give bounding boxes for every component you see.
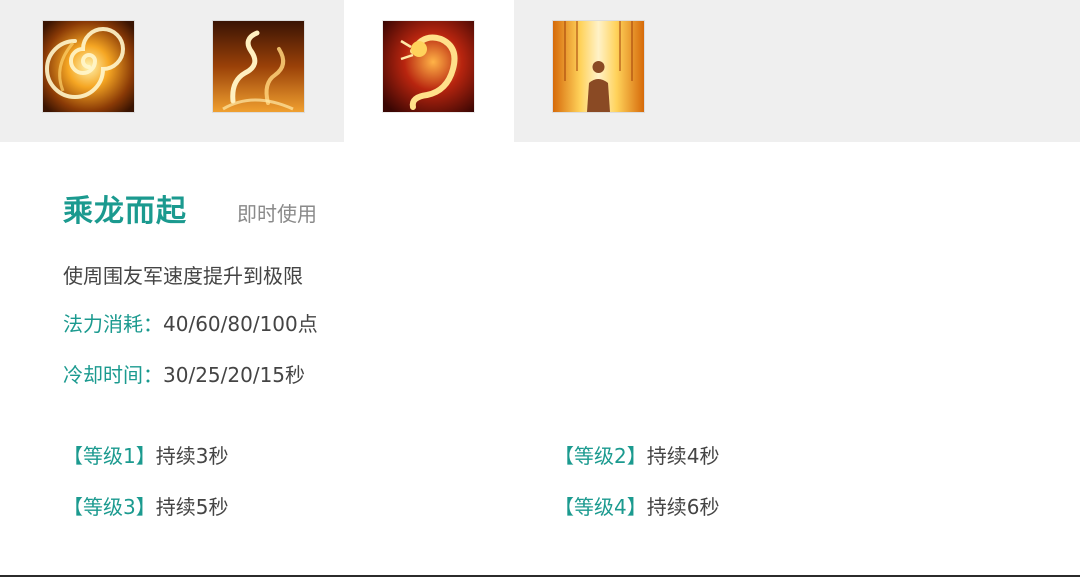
skill-panel: 乘龙而起 即时使用 使周围友军速度提升到极限 法力消耗：40/60/80/100… xyxy=(0,0,1080,577)
skill-name: 乘龙而起 xyxy=(63,194,187,229)
golden-dragon-icon xyxy=(383,21,474,112)
level-4-effect: 【等级4】持续6秒 xyxy=(554,491,719,520)
cooldown: 冷却时间：30/25/20/15秒 xyxy=(63,359,305,388)
mana-cost: 法力消耗：40/60/80/100点 xyxy=(63,308,318,337)
mana-cost-value: 40/60/80/100点 xyxy=(163,312,318,336)
level-tag: 【等级2】 xyxy=(554,444,647,468)
flame-pillar-figure-icon xyxy=(553,21,644,112)
skill-tab-bar xyxy=(0,0,1080,142)
level-tag: 【等级4】 xyxy=(554,495,647,519)
skill-type: 即时使用 xyxy=(237,202,317,226)
mana-cost-label: 法力消耗： xyxy=(63,312,163,336)
level-tag: 【等级3】 xyxy=(63,495,156,519)
skill-tab-1[interactable] xyxy=(4,0,174,142)
skill-tab-2[interactable] xyxy=(174,0,344,142)
level-effect: 持续3秒 xyxy=(155,444,229,468)
level-1-effect: 【等级1】持续3秒 xyxy=(63,440,228,469)
level-2-effect: 【等级2】持续4秒 xyxy=(554,440,719,469)
level-effect: 持续5秒 xyxy=(155,495,229,519)
level-tag: 【等级1】 xyxy=(63,444,156,468)
skill-description: 使周围友军速度提升到极限 xyxy=(63,264,303,288)
level-effect: 持续4秒 xyxy=(646,444,720,468)
fire-spiral-icon xyxy=(43,21,134,112)
skill-tab-4[interactable] xyxy=(514,0,684,142)
skill-details: 乘龙而起 即时使用 使周围友军速度提升到极限 法力消耗：40/60/80/100… xyxy=(0,142,1080,575)
fire-serpent-icon xyxy=(213,21,304,112)
level-effect: 持续6秒 xyxy=(646,495,720,519)
skill-tab-3[interactable] xyxy=(344,0,514,142)
cooldown-label: 冷却时间： xyxy=(63,363,163,387)
cooldown-value: 30/25/20/15秒 xyxy=(163,363,306,387)
level-3-effect: 【等级3】持续5秒 xyxy=(63,491,228,520)
